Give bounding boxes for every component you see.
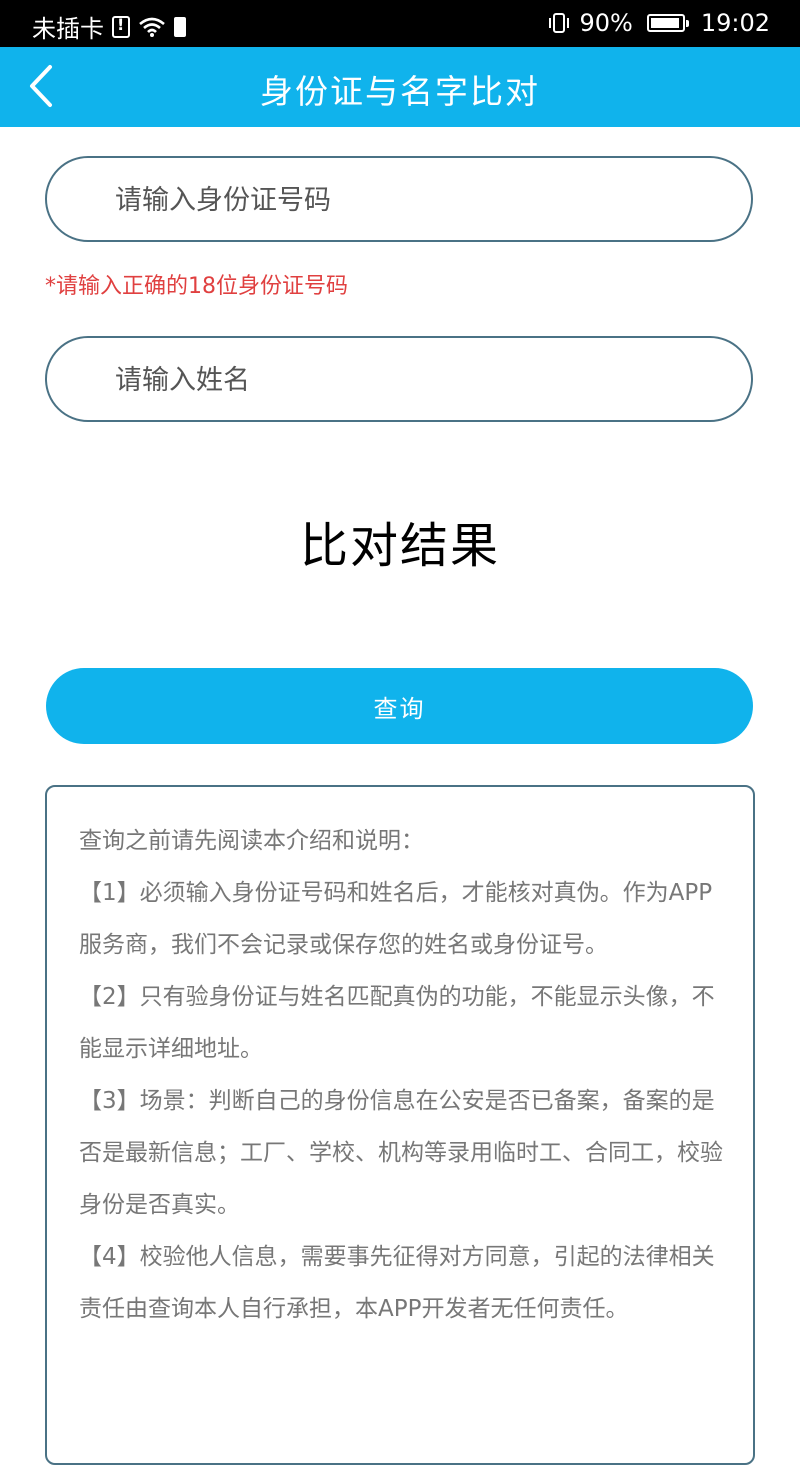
status-left: 未插卡	[32, 9, 186, 44]
query-button[interactable]: 查询	[46, 668, 753, 744]
page-title: 身份证与名字比对	[260, 72, 540, 111]
status-bar: 未插卡 90% 19:02	[0, 0, 800, 47]
info-box: 查询之前请先阅读本介绍和说明： 【1】必须输入身份证号码和姓名后，才能核对真伪。…	[45, 785, 755, 1465]
battery-percent: 90%	[579, 9, 633, 37]
name-input[interactable]	[113, 338, 717, 422]
info-item: 【3】场景：判断自己的身份信息在公安是否已备案，备案的是否是最新信息；工厂、学校…	[79, 1088, 723, 1218]
name-field[interactable]	[45, 336, 753, 422]
carrier-label: 未插卡	[32, 15, 104, 43]
info-item: 【1】必须输入身份证号码和姓名后，才能核对真伪。作为APP服务商，我们不会记录或…	[79, 880, 713, 958]
info-intro: 查询之前请先阅读本介绍和说明：	[79, 828, 424, 854]
battery-icon	[646, 14, 689, 32]
status-right: 90% 19:02	[547, 9, 770, 37]
sim-alert-icon	[112, 15, 130, 38]
vibrate-icon	[549, 13, 570, 33]
wifi-icon	[139, 17, 165, 37]
info-item: 【2】只有验身份证与姓名匹配真伪的功能，不能显示头像，不能显示详细地址。	[79, 984, 715, 1062]
clock: 19:02	[700, 9, 770, 37]
info-item: 【4】校验他人信息，需要事先征得对方同意，引起的法律相关责任由查询本人自行承担，…	[79, 1244, 715, 1322]
result-title: 比对结果	[299, 518, 500, 574]
id-number-input[interactable]	[113, 158, 717, 242]
battery-alert-icon	[174, 16, 186, 37]
id-error-hint: *请输入正确的18位身份证号码	[45, 274, 348, 299]
app-header: 身份证与名字比对	[0, 47, 800, 127]
id-number-field[interactable]	[45, 156, 753, 242]
